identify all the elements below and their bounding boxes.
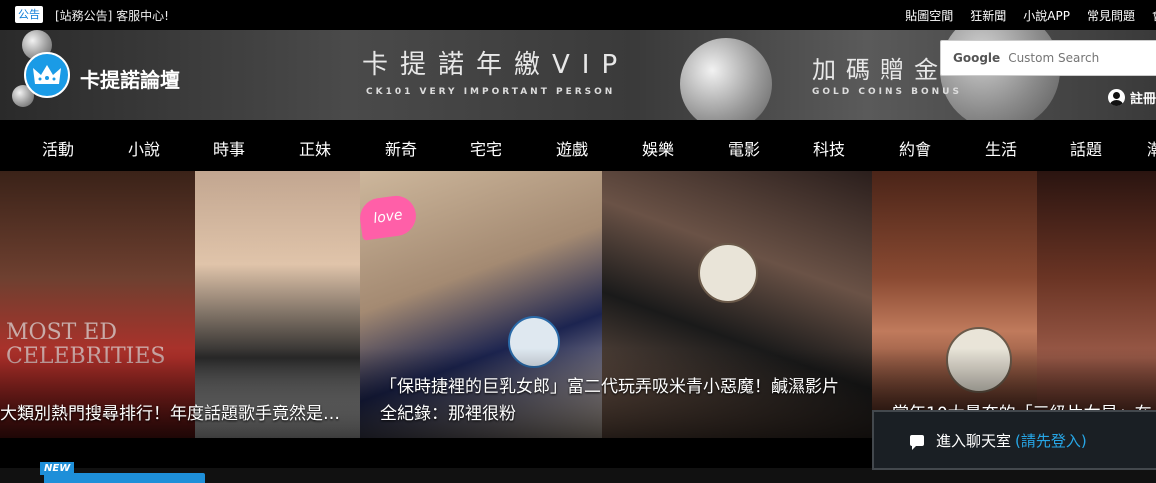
top-link-member[interactable]: 會員 bbox=[1152, 7, 1156, 24]
crown-icon bbox=[33, 65, 61, 84]
site-header: 卡提諾論壇 卡提諾年繳VIP CK101 VERY IMPORTANT PERS… bbox=[0, 30, 1156, 120]
search-box: Google bbox=[940, 40, 1156, 76]
top-link-faq[interactable]: 常見問題 bbox=[1087, 7, 1135, 24]
register-link[interactable]: 註冊 bbox=[1108, 88, 1156, 107]
chatroom-login-hint[interactable]: (請先登入) bbox=[1015, 430, 1087, 451]
chatroom-label: 進入聊天室 bbox=[936, 431, 1012, 450]
nav-item-tech[interactable]: 科技 bbox=[813, 136, 845, 160]
new-badge: NEW bbox=[40, 462, 75, 475]
user-icon bbox=[1108, 89, 1125, 106]
chat-bubble-icon bbox=[910, 435, 924, 450]
search-input[interactable] bbox=[1008, 51, 1139, 65]
bear-sticker-icon bbox=[698, 243, 758, 303]
vip-banner-title[interactable]: 卡提諾年繳VIP bbox=[362, 44, 629, 81]
site-title[interactable]: 卡提諾論壇 bbox=[80, 64, 180, 93]
nav-item-games[interactable]: 遊戲 bbox=[556, 136, 588, 160]
nav-item-novel[interactable]: 小說 bbox=[128, 136, 160, 160]
nav-item-otaku[interactable]: 宅宅 bbox=[470, 136, 502, 160]
register-label: 註冊 bbox=[1130, 92, 1156, 107]
vip-banner-subtitle: CK101 VERY IMPORTANT PERSON bbox=[366, 87, 616, 97]
carousel-slide[interactable]: love 「保時捷裡的巨乳女郎」富二代玩弄吸米青小惡魔！鹹濕影片全紀錄：那裡很粉 bbox=[360, 171, 872, 438]
nav-item-topics[interactable]: 話題 bbox=[1070, 136, 1102, 160]
bonus-banner-title[interactable]: 加碼贈金 bbox=[812, 50, 948, 85]
nav-item-current-events[interactable]: 時事 bbox=[213, 136, 245, 160]
featured-carousel: MOST ED CELEBRITIES 大類別熱門搜尋排行！年度話題歌手竟然是…… bbox=[0, 171, 1156, 438]
main-nav: 活動 小說 時事 正妹 新奇 宅宅 遊戲 娛樂 電影 科技 約會 生活 話題 潮 bbox=[0, 120, 1156, 171]
nav-item-novelty[interactable]: 新奇 bbox=[385, 136, 417, 160]
carousel-slide[interactable]: MOST ED CELEBRITIES 大類別熱門搜尋排行！年度話題歌手竟然是… bbox=[0, 171, 360, 438]
top-link-novel-app[interactable]: 小說APP bbox=[1023, 7, 1070, 24]
slide-caption[interactable]: 「保時捷裡的巨乳女郎」富二代玩弄吸米青小惡魔！鹹濕影片全紀錄：那裡很粉 bbox=[380, 374, 850, 428]
top-link-news[interactable]: 狂新聞 bbox=[970, 7, 1006, 24]
google-logo: Google bbox=[953, 51, 1001, 65]
top-link-gallery[interactable]: 貼圖空間 bbox=[905, 7, 953, 24]
chatroom-button[interactable]: 進入聊天室 (請先登入) bbox=[872, 410, 1156, 470]
nav-item-movies[interactable]: 電影 bbox=[728, 136, 760, 160]
top-links: 貼圖空間 狂新聞 小說APP 常見問題 會員 bbox=[905, 7, 1156, 24]
nav-item-life[interactable]: 生活 bbox=[985, 136, 1017, 160]
nav-item-entertainment[interactable]: 娛樂 bbox=[642, 136, 674, 160]
announcement-badge: 公告 bbox=[15, 6, 43, 23]
slide-caption[interactable]: 大類別熱門搜尋排行！年度話題歌手竟然是… bbox=[0, 401, 350, 428]
coin-decoration bbox=[680, 38, 772, 120]
bonus-banner-subtitle: GOLD COINS BONUS bbox=[812, 87, 962, 97]
announcement-link[interactable]: [站務公告] 客服中心! bbox=[55, 7, 169, 24]
nav-item-dating[interactable]: 約會 bbox=[899, 136, 931, 160]
nav-item-activity[interactable]: 活動 bbox=[42, 136, 74, 160]
carousel-slide[interactable]: 當年10大最夯的「三級片女星」在一不同，，老子我不行啊 bbox=[872, 171, 1156, 438]
top-bar: 公告 [站務公告] 客服中心! 貼圖空間 狂新聞 小說APP 常見問題 會員 bbox=[0, 0, 1156, 30]
site-logo[interactable] bbox=[24, 52, 70, 98]
nav-item-beauty[interactable]: 正妹 bbox=[299, 136, 331, 160]
nav-item-trend[interactable]: 潮 bbox=[1147, 136, 1156, 160]
